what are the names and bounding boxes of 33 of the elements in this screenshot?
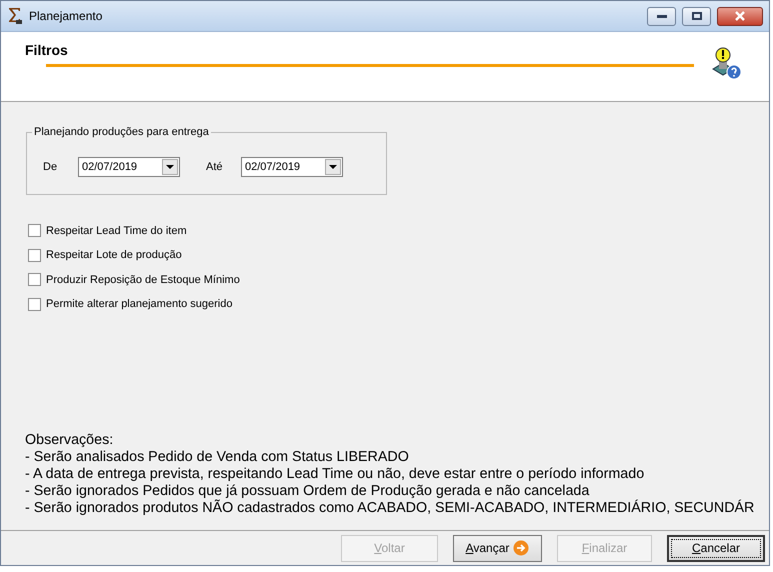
checkbox-label: Respeitar Lead Time do item	[46, 224, 187, 236]
notes-title: Observações:	[25, 432, 114, 449]
arrow-right-icon	[513, 540, 530, 556]
checkbox[interactable]	[28, 248, 41, 262]
minimize-button[interactable]	[647, 6, 676, 26]
sigma-icon	[7, 7, 23, 25]
dropdown-arrow-icon	[166, 165, 174, 169]
checkbox[interactable]	[28, 224, 41, 237]
wizard-button[interactable]: Avançar	[453, 534, 542, 562]
checkbox-label: Produzir Reposição de Estoque Mínimo	[46, 274, 240, 286]
checkbox-label: Permite alterar planejamento sugerido	[46, 298, 232, 310]
close-button[interactable]	[717, 6, 763, 26]
note-line: - A data de entrega prevista, respeitando Lead Time ou não, deve estar entre o período informado	[25, 466, 646, 483]
note-line: - Serão ignorados produtos NÃO cadastrados como ACABADO, SEMI-ACABADO, INTERMEDIÁRIO, SECUNDÁR	[25, 500, 756, 517]
date-label: Até	[206, 161, 224, 173]
group-label: Planejando produções para entrega	[32, 126, 211, 138]
dropdown-arrow-icon	[329, 165, 337, 169]
section-title: Filtros	[25, 42, 68, 58]
checkbox[interactable]	[28, 298, 41, 310]
maximize-icon	[692, 12, 702, 20]
date-dropdown[interactable]: 02/07/2019	[241, 157, 343, 177]
window-title: Planejamento	[29, 9, 104, 23]
note-line: - Serão ignorados Pedidos que já possuam Ordem de Produção gerada e não cancelada	[25, 483, 590, 500]
date-label: De	[43, 161, 58, 173]
checkbox-label: Respeitar Lote de produção	[46, 249, 182, 261]
minimize-icon	[656, 14, 666, 18]
close-icon	[734, 11, 746, 21]
maximize-button[interactable]	[682, 6, 711, 26]
help-bulb-icon	[711, 47, 743, 81]
note-line: - Serão analisados Pedido de Venda com Status LIBERADO	[25, 449, 410, 466]
checkbox[interactable]	[28, 273, 41, 286]
date-dropdown[interactable]: 02/07/2019	[78, 157, 180, 177]
wizard-button[interactable]: Cancelar	[667, 534, 765, 562]
